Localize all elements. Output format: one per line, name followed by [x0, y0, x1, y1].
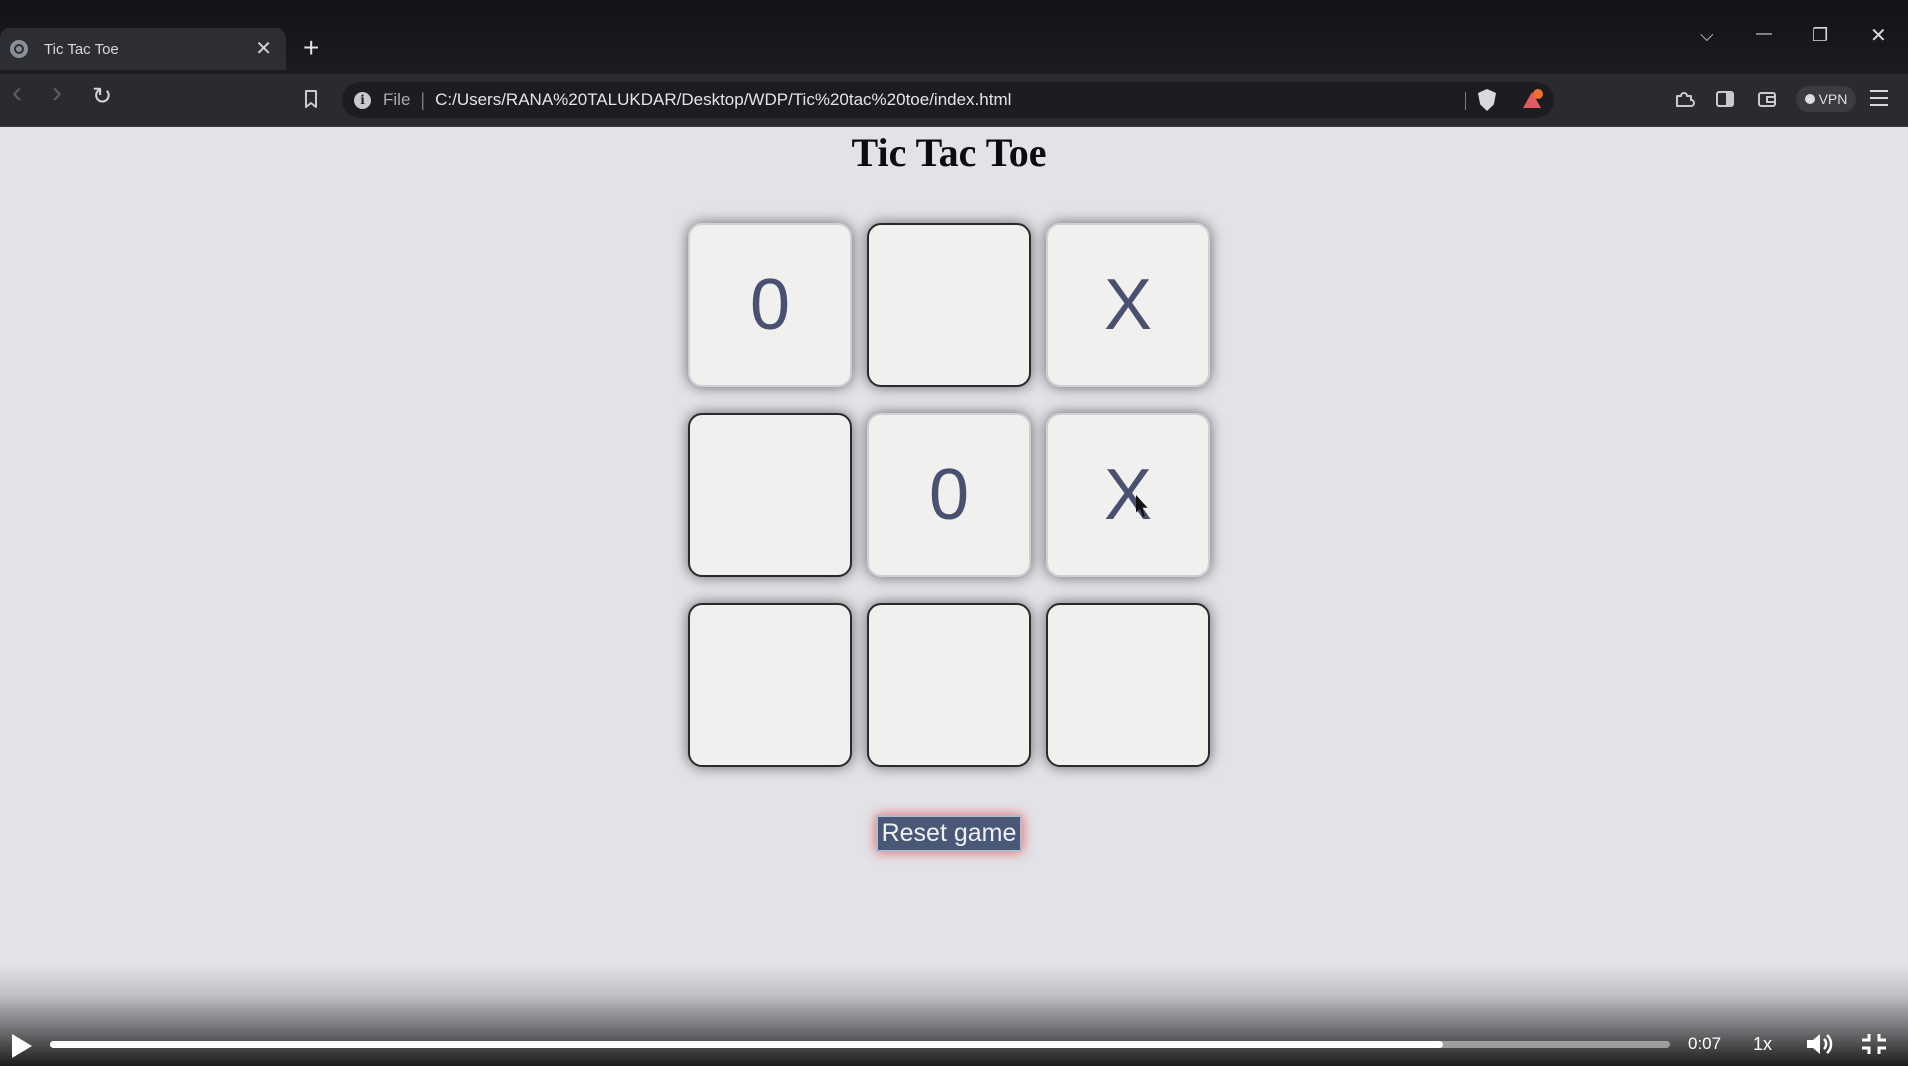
globe-icon	[10, 40, 28, 58]
board-cell[interactable]: X	[1046, 223, 1210, 387]
vpn-label: VPN	[1818, 91, 1848, 107]
exit-fullscreen-icon[interactable]	[1860, 1032, 1888, 1056]
board-cell[interactable]	[867, 603, 1031, 767]
board-cell[interactable]	[688, 413, 852, 577]
page-title: Tic Tac Toe	[851, 130, 1047, 175]
tab-title: Tic Tac Toe	[44, 40, 119, 58]
extensions-icon[interactable]	[1673, 88, 1695, 110]
wallet-icon[interactable]	[1756, 88, 1778, 110]
restore-button[interactable]: ❐	[1812, 26, 1828, 44]
tab-bar: Tic Tac Toe ✕ + ⌵ — ❐ ✕	[0, 0, 1908, 74]
player-controls-overlay	[0, 964, 1908, 1066]
vpn-button[interactable]: VPN	[1796, 86, 1856, 112]
reset-game-button[interactable]: Reset game	[875, 815, 1023, 852]
forward-button[interactable]: ›	[52, 78, 62, 108]
close-window-button[interactable]: ✕	[1870, 26, 1887, 46]
minimize-button[interactable]: —	[1756, 26, 1772, 42]
url-text[interactable]: C:/Users/RANA%20TALUKDAR/Desktop/WDP/Tic…	[435, 90, 1011, 110]
bookmark-icon[interactable]	[300, 88, 322, 110]
board-cell[interactable]	[867, 223, 1031, 387]
scheme-label: File	[383, 90, 411, 109]
tab-search-dropdown-icon[interactable]: ⌵	[1700, 26, 1714, 44]
address-divider	[1465, 92, 1466, 110]
sidebar-icon[interactable]	[1714, 88, 1736, 110]
board-cell[interactable]: 0	[867, 413, 1031, 577]
address-separator: |	[420, 89, 426, 110]
reset-container: Reset game	[0, 815, 1898, 852]
address-bar[interactable]: i File | C:/Users/RANA%20TALUKDAR/Deskto…	[342, 82, 1554, 118]
current-time: 0:07	[1688, 1034, 1722, 1053]
page-viewport: Tic Tac Toe 0 X 0 X Reset game	[0, 127, 1908, 1066]
board-cell[interactable]: X	[1046, 413, 1210, 577]
playback-speed-button[interactable]: 1x	[1753, 1034, 1772, 1055]
volume-icon[interactable]	[1804, 1030, 1834, 1058]
game-board: 0 X 0 X	[688, 223, 1210, 767]
back-button[interactable]: ‹	[12, 78, 22, 108]
play-icon[interactable]	[12, 1034, 32, 1058]
vpn-status-icon	[1804, 94, 1815, 104]
brave-shields-icon[interactable]	[1478, 89, 1496, 111]
progress-fill	[50, 1041, 1444, 1048]
progress-bar[interactable]	[50, 1041, 1670, 1048]
board-cell[interactable]: 0	[688, 223, 852, 387]
menu-icon[interactable]	[1870, 90, 1888, 111]
browser-toolbar: ‹ › ↻ i File | C:/Users/RANA%20TALUKDAR/…	[0, 74, 1908, 127]
new-tab-button[interactable]: +	[303, 34, 319, 62]
rewards-icon[interactable]	[1520, 88, 1544, 112]
board-cell[interactable]	[1046, 603, 1210, 767]
info-icon[interactable]: i	[354, 91, 371, 109]
board-cell[interactable]	[688, 603, 852, 767]
browser-tab[interactable]: Tic Tac Toe ✕	[0, 28, 286, 70]
close-tab-icon[interactable]: ✕	[251, 39, 276, 59]
reload-button[interactable]: ↻	[92, 85, 112, 109]
